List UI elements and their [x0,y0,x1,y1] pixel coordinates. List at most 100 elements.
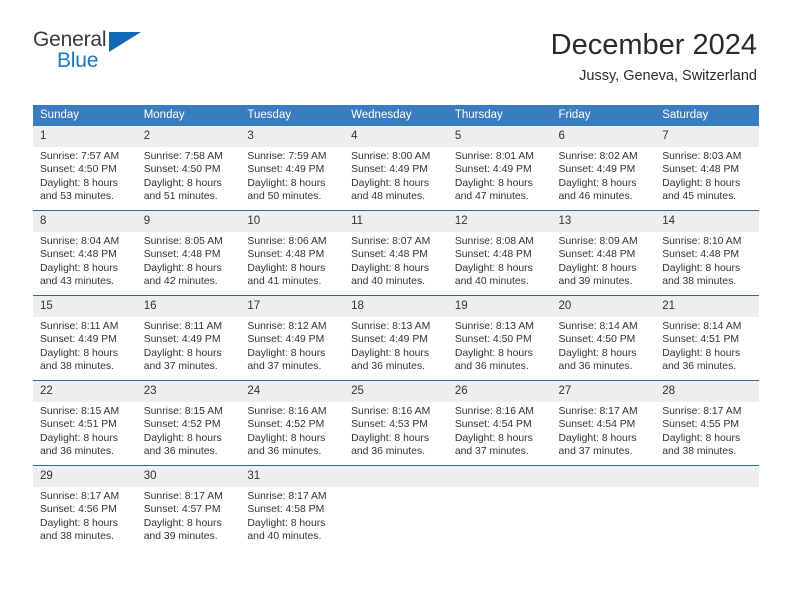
day-cell[interactable]: 4 Sunrise: 8:00 AM Sunset: 4:49 PM Dayli… [344,126,448,211]
day-number: 15 [33,296,137,317]
weekday-header-tuesday: Tuesday [240,105,345,126]
daylight-text-line2: and 36 minutes. [40,446,114,458]
sunrise-text: Sunrise: 8:09 AM [558,236,638,247]
daylight-text-line1: Daylight: 8 hours [662,177,741,189]
sunrise-text: Sunrise: 8:04 AM [40,236,120,247]
sunset-text: Sunset: 4:49 PM [351,334,428,346]
day-details: Sunrise: 8:11 AM Sunset: 4:49 PM Dayligh… [33,317,137,374]
day-cell[interactable]: 16 Sunrise: 8:11 AM Sunset: 4:49 PM Dayl… [136,295,241,381]
day-cell[interactable]: 28 Sunrise: 8:17 AM Sunset: 4:55 PM Dayl… [655,380,759,466]
daylight-text-line2: and 36 minutes. [247,446,322,458]
daylight-text-line2: and 36 minutes. [558,361,633,373]
sunrise-text: Sunrise: 7:57 AM [40,151,120,162]
calendar-table: Sunday Monday Tuesday Wednesday Thursday… [33,105,759,550]
daylight-text-line2: and 43 minutes. [40,276,114,288]
day-cell[interactable]: 24 Sunrise: 8:16 AM Sunset: 4:52 PM Dayl… [240,380,345,466]
day-number: 19 [447,296,552,317]
daylight-text-line2: and 53 minutes. [40,191,114,203]
day-cell[interactable]: 29 Sunrise: 8:17 AM Sunset: 4:56 PM Dayl… [33,465,137,550]
day-cell[interactable]: 5 Sunrise: 8:01 AM Sunset: 4:49 PM Dayli… [447,126,552,211]
day-cell[interactable]: 15 Sunrise: 8:11 AM Sunset: 4:49 PM Dayl… [33,295,137,381]
daylight-text-line2: and 38 minutes. [40,531,114,543]
sunset-text: Sunset: 4:50 PM [558,334,636,346]
daylight-text-line1: Daylight: 8 hours [662,262,741,274]
day-cell[interactable]: 21 Sunrise: 8:14 AM Sunset: 4:51 PM Dayl… [655,295,759,381]
week-row: 15 Sunrise: 8:11 AM Sunset: 4:49 PM Dayl… [33,295,759,381]
day-cell[interactable]: 11 Sunrise: 8:07 AM Sunset: 4:48 PM Dayl… [344,210,448,296]
week-row: 29 Sunrise: 8:17 AM Sunset: 4:56 PM Dayl… [33,465,759,550]
day-cell[interactable]: 6 Sunrise: 8:02 AM Sunset: 4:49 PM Dayli… [551,126,656,211]
generalblue-logo[interactable]: General Blue [33,29,153,80]
logo-triangle-icon [109,32,141,52]
title-block: December 2024 Jussy, Geneva, Switzerland [551,28,757,86]
day-details: Sunrise: 8:09 AM Sunset: 4:48 PM Dayligh… [552,232,656,289]
daylight-text-line1: Daylight: 8 hours [454,262,533,274]
day-details: Sunrise: 8:17 AM Sunset: 4:55 PM Dayligh… [655,402,759,459]
sunrise-text: Sunrise: 8:16 AM [247,406,327,417]
day-details: Sunrise: 8:10 AM Sunset: 4:48 PM Dayligh… [655,232,759,289]
day-details: Sunrise: 8:03 AM Sunset: 4:48 PM Dayligh… [655,147,759,204]
day-cell[interactable]: 14 Sunrise: 8:10 AM Sunset: 4:48 PM Dayl… [655,210,759,296]
day-cell-empty [551,465,656,550]
day-details: Sunrise: 8:11 AM Sunset: 4:49 PM Dayligh… [137,317,241,374]
day-number: 26 [447,381,552,402]
sunrise-text: Sunrise: 8:17 AM [40,491,120,502]
day-details: Sunrise: 7:58 AM Sunset: 4:50 PM Dayligh… [137,147,241,204]
sunset-text: Sunset: 4:51 PM [40,419,117,431]
sunset-text: Sunset: 4:54 PM [558,419,636,431]
day-details: Sunrise: 8:15 AM Sunset: 4:51 PM Dayligh… [33,402,137,459]
daylight-text-line1: Daylight: 8 hours [351,262,430,274]
day-number: 7 [655,126,759,147]
daylight-text-line2: and 36 minutes. [454,361,529,373]
day-details: Sunrise: 8:17 AM Sunset: 4:58 PM Dayligh… [240,487,344,544]
day-number: 5 [447,126,552,147]
day-cell[interactable]: 30 Sunrise: 8:17 AM Sunset: 4:57 PM Dayl… [136,465,241,550]
daylight-text-line1: Daylight: 8 hours [40,177,118,189]
sunset-text: Sunset: 4:49 PM [351,164,428,176]
weekday-header-monday: Monday [136,105,241,126]
week-row: 1 Sunrise: 7:57 AM Sunset: 4:50 PM Dayli… [33,126,759,211]
day-cell[interactable]: 17 Sunrise: 8:12 AM Sunset: 4:49 PM Dayl… [240,295,345,381]
daylight-text-line2: and 37 minutes. [558,446,633,458]
sunset-text: Sunset: 4:50 PM [40,164,117,176]
day-details: Sunrise: 8:13 AM Sunset: 4:50 PM Dayligh… [448,317,552,374]
daylight-text-line1: Daylight: 8 hours [454,432,533,444]
day-cell[interactable]: 3 Sunrise: 7:59 AM Sunset: 4:49 PM Dayli… [240,126,345,211]
daylight-text-line1: Daylight: 8 hours [40,432,118,444]
day-cell[interactable]: 1 Sunrise: 7:57 AM Sunset: 4:50 PM Dayli… [33,126,137,211]
daylight-text-line1: Daylight: 8 hours [454,347,533,359]
logo-text-blue: Blue [57,49,99,72]
daylight-text-line1: Daylight: 8 hours [143,347,222,359]
day-cell[interactable]: 23 Sunrise: 8:15 AM Sunset: 4:52 PM Dayl… [136,380,241,466]
sunrise-text: Sunrise: 7:58 AM [143,151,223,162]
sunrise-text: Sunrise: 8:01 AM [454,151,534,162]
sunrise-text: Sunrise: 8:11 AM [143,321,223,332]
page-header: General Blue December 2024 Jussy, Geneva… [0,0,792,84]
day-cell[interactable]: 10 Sunrise: 8:06 AM Sunset: 4:48 PM Dayl… [240,210,345,296]
day-cell[interactable]: 18 Sunrise: 8:13 AM Sunset: 4:49 PM Dayl… [344,295,448,381]
day-cell[interactable]: 25 Sunrise: 8:16 AM Sunset: 4:53 PM Dayl… [344,380,448,466]
daylight-text-line2: and 36 minutes. [351,361,426,373]
day-cell[interactable]: 19 Sunrise: 8:13 AM Sunset: 4:50 PM Dayl… [447,295,552,381]
sunset-text: Sunset: 4:51 PM [662,334,740,346]
day-cell[interactable]: 22 Sunrise: 8:15 AM Sunset: 4:51 PM Dayl… [33,380,137,466]
day-cell[interactable]: 7 Sunrise: 8:03 AM Sunset: 4:48 PM Dayli… [655,126,759,211]
day-cell[interactable]: 27 Sunrise: 8:17 AM Sunset: 4:54 PM Dayl… [551,380,656,466]
day-cell[interactable]: 13 Sunrise: 8:09 AM Sunset: 4:48 PM Dayl… [551,210,656,296]
daylight-text-line1: Daylight: 8 hours [662,347,741,359]
daylight-text-line1: Daylight: 8 hours [247,177,326,189]
day-cell[interactable]: 9 Sunrise: 8:05 AM Sunset: 4:48 PM Dayli… [136,210,241,296]
day-number: 6 [551,126,656,147]
day-number: 17 [240,296,345,317]
day-cell[interactable]: 20 Sunrise: 8:14 AM Sunset: 4:50 PM Dayl… [551,295,656,381]
day-number: 10 [240,211,345,232]
day-details: Sunrise: 8:17 AM Sunset: 4:56 PM Dayligh… [33,487,137,544]
day-cell[interactable]: 12 Sunrise: 8:08 AM Sunset: 4:48 PM Dayl… [447,210,552,296]
daylight-text-line2: and 36 minutes. [662,361,737,373]
daylight-text-line1: Daylight: 8 hours [247,432,326,444]
day-cell[interactable]: 26 Sunrise: 8:16 AM Sunset: 4:54 PM Dayl… [447,380,552,466]
day-number: 31 [240,466,345,487]
day-cell[interactable]: 2 Sunrise: 7:58 AM Sunset: 4:50 PM Dayli… [136,126,241,211]
day-cell[interactable]: 31 Sunrise: 8:17 AM Sunset: 4:58 PM Dayl… [240,465,345,550]
day-cell[interactable]: 8 Sunrise: 8:04 AM Sunset: 4:48 PM Dayli… [33,210,137,296]
